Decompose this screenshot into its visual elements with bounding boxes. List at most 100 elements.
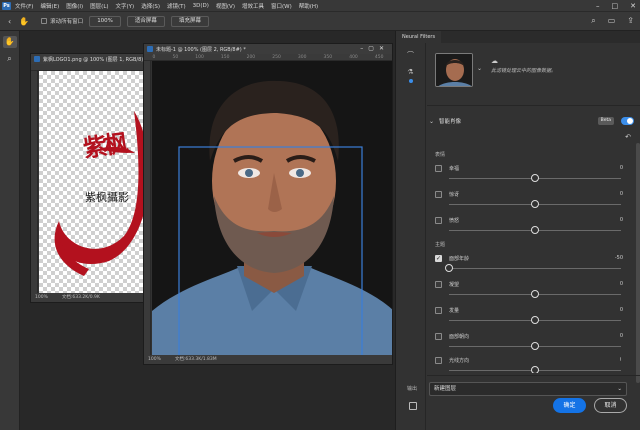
cloud-icon: ☁ xyxy=(491,57,498,65)
brush-icon[interactable]: ⌒ xyxy=(396,50,425,60)
minimize-icon[interactable]: – xyxy=(596,2,600,10)
slider-label: 惊讶 xyxy=(449,192,460,198)
fill-screen-button[interactable]: 填充屏幕 xyxy=(170,15,209,27)
section-label-expression: 表情 xyxy=(435,152,446,158)
slider-value[interactable]: 0 xyxy=(620,165,623,171)
slider-knob[interactable] xyxy=(445,264,453,272)
slider-track[interactable] xyxy=(449,268,621,269)
share-icon[interactable]: ⇪ xyxy=(627,16,634,26)
output-select[interactable]: 新建图层 ⌄ xyxy=(429,382,627,396)
slider-knob[interactable] xyxy=(531,290,539,298)
slider-value[interactable]: 0 xyxy=(620,333,623,339)
menu-edit[interactable]: 编辑(E) xyxy=(40,2,59,10)
fit-screen-button[interactable]: 适合屏幕 xyxy=(126,15,165,27)
slider-knob[interactable] xyxy=(531,226,539,234)
zoom-tool-icon[interactable]: ⌕ xyxy=(3,53,17,65)
document-info[interactable]: 文档:633.3K/1.83M xyxy=(175,355,217,364)
slider-checkbox[interactable] xyxy=(435,191,442,198)
scroll-all-windows-checkbox[interactable]: 滚动所有窗口 xyxy=(41,17,83,25)
menu-layer[interactable]: 图层(L) xyxy=(90,2,108,10)
smart-portrait-header[interactable]: ⌄ 智能肖像 Beta xyxy=(429,115,634,127)
slider-knob[interactable] xyxy=(531,342,539,350)
slider-label: 面部年龄 xyxy=(449,256,470,262)
zoom-readout[interactable]: 100% xyxy=(35,293,48,302)
slider-row: 愤怒 0 xyxy=(435,215,623,237)
checkbox-box[interactable] xyxy=(41,18,48,24)
slider-knob[interactable] xyxy=(531,366,539,373)
slider-checkbox[interactable] xyxy=(435,217,442,224)
maximize-icon[interactable]: □ xyxy=(612,2,619,10)
slider-checkbox[interactable] xyxy=(435,281,442,288)
document-title: 未标题-1 @ 100% (图层 2, RGB/8#) * xyxy=(156,46,246,53)
panel-scrollbar[interactable] xyxy=(636,143,640,383)
menu-view[interactable]: 视图(V) xyxy=(216,2,235,10)
zoom-readout[interactable]: 100% xyxy=(148,355,161,364)
chevron-down-icon[interactable]: ⌄ xyxy=(477,65,482,72)
tab-neural-filters[interactable]: Neural Filters xyxy=(396,31,442,43)
hand-tool-icon[interactable]: ✋ xyxy=(2,36,17,48)
document-status-bar: 100% 文档:633.2K/0.9K xyxy=(31,293,147,302)
slider-label: 发量 xyxy=(449,308,460,314)
slider-row: 发量 0 xyxy=(435,305,623,327)
workspace-icon[interactable]: ▭ xyxy=(608,16,616,26)
slider-row: 光线方向 0 xyxy=(435,355,621,373)
menu-3d[interactable]: 3D(D) xyxy=(193,3,209,9)
menu-plugins[interactable]: 增效工具 xyxy=(242,2,264,10)
slider-row: 面部朝向 0 xyxy=(435,331,623,353)
slider-label: 愤怒 xyxy=(449,218,460,224)
document-status-bar: 100% 文档:633.3K/1.83M xyxy=(144,355,392,364)
ok-button[interactable]: 确定 xyxy=(553,398,586,413)
active-indicator-dot xyxy=(408,79,413,83)
search-icon[interactable]: ⌕ xyxy=(591,16,595,26)
ruler-horizontal: 0 50 100 150 200 250 300 350 400 450 xyxy=(144,54,392,61)
slider-knob[interactable] xyxy=(531,316,539,324)
photoshop-logo-icon[interactable]: Ps xyxy=(2,1,11,10)
filter-toggle[interactable] xyxy=(621,117,634,125)
document-tab-portrait[interactable]: 未标题-1 @ 100% (图层 2, RGB/8#) * –▢✕ xyxy=(144,44,392,54)
preview-row: ⌄ ☁ 此滤镜处理云中的图像数据。 xyxy=(435,53,640,89)
slider-checkbox[interactable] xyxy=(435,333,442,340)
document-info[interactable]: 文档:633.2K/0.9K xyxy=(62,293,100,302)
slider-value[interactable]: 0 xyxy=(620,217,623,223)
close-icon[interactable]: ✕ xyxy=(630,2,636,10)
slider-row: ✓ 面部年龄 -50 xyxy=(435,253,623,275)
menu-file[interactable]: 文件(F) xyxy=(15,2,33,10)
document-window-portrait[interactable]: 未标题-1 @ 100% (图层 2, RGB/8#) * –▢✕ 0 50 1… xyxy=(143,43,393,365)
home-icon[interactable]: ‹ xyxy=(8,17,11,26)
chevron-down-icon[interactable]: ⌄ xyxy=(429,118,434,125)
menu-filter[interactable]: 滤镜(T) xyxy=(167,2,186,10)
slider-knob[interactable] xyxy=(531,174,539,182)
preview-thumbnail[interactable] xyxy=(435,53,473,87)
right-iris xyxy=(296,169,304,177)
menu-type[interactable]: 文字(Y) xyxy=(116,2,135,10)
slider-value[interactable]: 0 xyxy=(620,191,623,197)
hand-tool-icon[interactable]: ✋ xyxy=(19,17,29,26)
flask-icon[interactable]: ⚗ xyxy=(396,68,425,76)
panel-tabs: Neural Filters xyxy=(396,31,640,43)
slider-value[interactable]: -50 xyxy=(615,255,623,261)
slider-label: 凝望 xyxy=(449,282,460,288)
slider-label: 幸福 xyxy=(449,166,460,172)
slider-checkbox[interactable] xyxy=(435,357,442,364)
slider-value[interactable]: 0 xyxy=(620,357,621,363)
slider-checkbox-checked[interactable]: ✓ xyxy=(435,255,442,262)
ruler-tick: 200 xyxy=(246,55,256,60)
cancel-button[interactable]: 取消 xyxy=(594,398,627,413)
slider-checkbox[interactable] xyxy=(435,165,442,172)
document-window-controls[interactable]: –▢✕ xyxy=(360,45,389,52)
menu-image[interactable]: 图像(I) xyxy=(66,2,83,10)
slider-knob[interactable] xyxy=(531,200,539,208)
filter-name: 智能肖像 xyxy=(439,119,462,125)
zoom-100-button[interactable]: 100% xyxy=(89,15,121,27)
layer-preview-icon[interactable] xyxy=(409,402,417,410)
menu-select[interactable]: 选择(S) xyxy=(141,2,160,10)
slider-value[interactable]: 0 xyxy=(620,281,623,287)
menu-window[interactable]: 窗口(W) xyxy=(271,2,292,10)
reset-icon[interactable]: ↶ xyxy=(625,133,631,141)
document-window-logo[interactable]: 紫枫LOGO1.png @ 100% (图层 1, RGB/8) 紫枫 紫枫攝影… xyxy=(30,53,148,303)
menu-help[interactable]: 帮助(H) xyxy=(299,2,318,10)
document-tab-logo[interactable]: 紫枫LOGO1.png @ 100% (图层 1, RGB/8) xyxy=(31,54,147,64)
slider-value[interactable]: 0 xyxy=(620,307,623,313)
slider-checkbox[interactable] xyxy=(435,307,442,314)
slider-label: 面部朝向 xyxy=(449,334,470,340)
